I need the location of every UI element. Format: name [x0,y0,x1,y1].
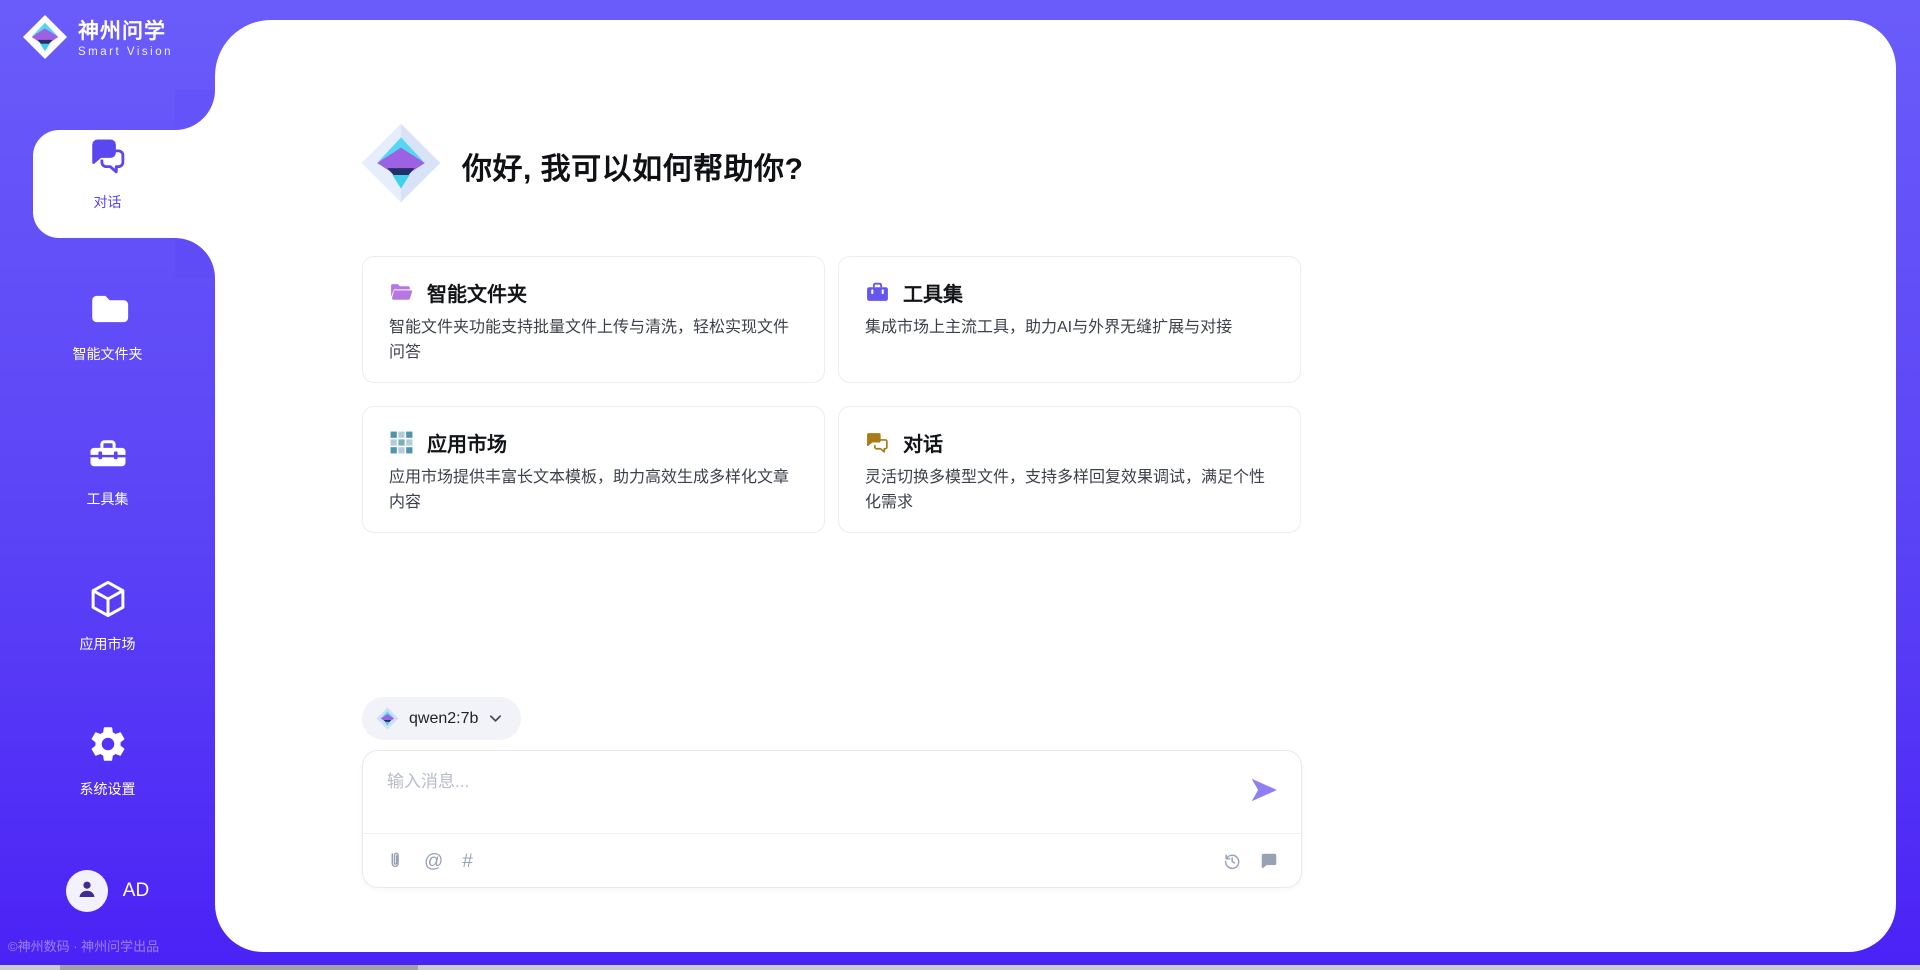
card-title: 对话 [903,428,943,457]
avatar [66,870,108,912]
person-icon [75,877,99,906]
sidebar-item-app-market[interactable]: 应用市场 [0,578,215,654]
active-tab-fillet-bottom [175,238,215,278]
attachment-button[interactable] [385,851,405,871]
copyright-text: ©神州数码 · 神州问学出品 [8,936,159,955]
hashtag-button[interactable]: # [462,852,473,871]
chat-icon [87,136,129,183]
card-description: 应用市场提供丰富长文本模板，助力高效生成多样化文章内容 [389,466,789,516]
sidebar-item-smart-folder[interactable]: 智能文件夹 [0,288,215,364]
scrollbar-thumb[interactable] [60,965,418,970]
diamond-logo-icon [376,707,399,730]
card-app-market[interactable]: 应用市场 应用市场提供丰富长文本模板，助力高效生成多样化文章内容 [362,406,825,533]
sidebar-item-toolset[interactable]: 工具集 [0,433,215,509]
card-title: 工具集 [903,278,963,307]
sidebar-item-chat[interactable]: 对话 [0,136,215,232]
card-description: 集成市场上主流工具，助力AI与外界无缝扩展与对接 [865,316,1265,341]
greeting-title: 你好, 我可以如何帮助你? [462,144,804,188]
feature-cards: 智能文件夹 智能文件夹功能支持批量文件上传与清洗，轻松实现文件问答 工具集 集成… [362,256,1301,533]
greeting: 你好, 我可以如何帮助你? [360,122,804,209]
hash-icon: # [462,852,473,871]
sidebar-item-settings[interactable]: 系统设置 [0,723,215,799]
speech-bubble-icon [1259,851,1279,871]
diamond-logo-icon [360,122,442,209]
model-name: qwen2:7b [409,710,478,728]
message-input[interactable] [385,765,1229,827]
card-description: 智能文件夹功能支持批量文件上传与清洗，轻松实现文件问答 [389,316,789,366]
send-button[interactable] [1249,775,1279,805]
brand-subtitle: Smart Vision [78,46,173,59]
chevron-down-icon [488,711,503,726]
grid-icon [389,430,414,455]
conversation-button[interactable] [1259,851,1279,871]
brand-logo: 神州问学 Smart Vision [22,14,173,65]
mention-button[interactable]: @ [424,852,443,871]
card-title: 应用市场 [427,428,507,457]
card-toolset[interactable]: 工具集 集成市场上主流工具，助力AI与外界无缝扩展与对接 [838,256,1301,383]
sidebar-item-label: 工具集 [87,489,129,509]
model-selector[interactable]: qwen2:7b [362,697,521,740]
folder-icon [87,288,129,335]
sidebar: 神州问学 Smart Vision 对话 智能文件夹 [0,0,215,970]
user-profile[interactable]: AD [0,870,215,912]
active-tab-fillet-top [175,90,215,130]
user-name: AD [123,880,149,902]
send-icon [1249,775,1279,805]
gear-icon [87,723,129,770]
sidebar-item-label: 系统设置 [80,779,136,799]
sidebar-item-label: 应用市场 [80,634,136,654]
sidebar-item-label: 对话 [94,192,122,212]
card-smart-folder[interactable]: 智能文件夹 智能文件夹功能支持批量文件上传与清洗，轻松实现文件问答 [362,256,825,383]
brand-title: 神州问学 [78,20,173,44]
briefcase-icon [865,280,890,305]
paperclip-icon [385,851,405,871]
history-button[interactable] [1222,851,1242,871]
card-description: 灵活切换多模型文件，支持多样回复效果调试，满足个性化需求 [865,466,1265,516]
horizontal-scrollbar[interactable] [0,965,1920,970]
toolbox-icon [87,433,129,480]
card-title: 智能文件夹 [427,278,527,307]
sidebar-item-label: 智能文件夹 [73,344,143,364]
history-icon [1222,851,1242,871]
message-composer: @ # [362,750,1302,888]
diamond-logo-icon [22,14,68,65]
at-icon: @ [424,852,443,871]
card-chat[interactable]: 对话 灵活切换多模型文件，支持多样回复效果调试，满足个性化需求 [838,406,1301,533]
chat-bubbles-icon [865,430,890,455]
cube-icon [87,578,129,625]
open-folder-icon [389,280,414,305]
